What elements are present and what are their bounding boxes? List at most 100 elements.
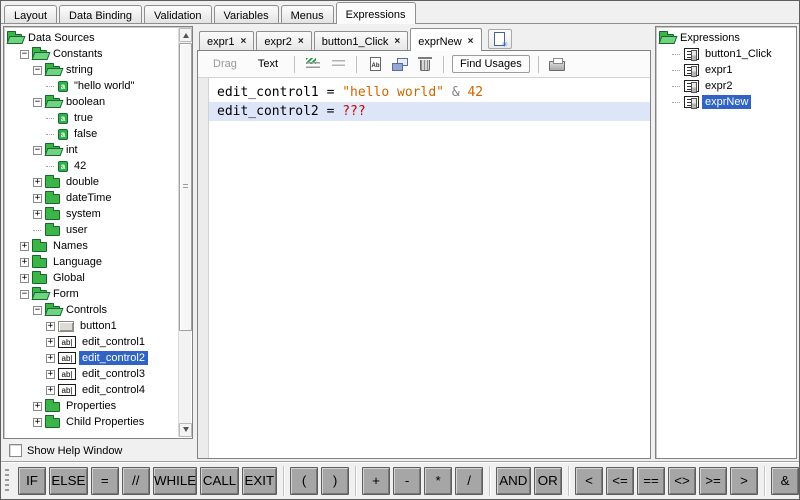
expand-icon[interactable]: + xyxy=(46,354,55,363)
editor-tab-expr1[interactable]: expr1× xyxy=(199,31,254,50)
tree-item-names[interactable]: +Names xyxy=(5,238,177,254)
tree-item-constants[interactable]: −Constants xyxy=(5,46,177,62)
op-button-item[interactable]: = xyxy=(91,467,119,495)
tree-scrollbar[interactable] xyxy=(178,28,191,437)
op-button-item[interactable]: - xyxy=(393,467,421,495)
scrollbar-down-icon[interactable] xyxy=(179,423,192,437)
expand-icon[interactable]: + xyxy=(20,258,29,267)
op-button-else[interactable]: ELSE xyxy=(49,467,88,495)
tree-item-42[interactable]: 42 xyxy=(5,158,177,174)
tree-item-properties[interactable]: +Properties xyxy=(5,398,177,414)
data-sources-tree[interactable]: Data Sources−Constants−string"hello worl… xyxy=(3,26,193,439)
tree-item-language[interactable]: +Language xyxy=(5,254,177,270)
collapse-icon[interactable]: − xyxy=(20,50,29,59)
expand-icon[interactable]: + xyxy=(46,322,55,331)
op-button-item[interactable]: == xyxy=(637,467,665,495)
tree-item-expr2[interactable]: expr2 xyxy=(657,78,795,94)
expand-icon[interactable]: + xyxy=(20,274,29,283)
structure-icon[interactable] xyxy=(390,55,410,73)
op-button-item[interactable]: > xyxy=(730,467,758,495)
op-button-exit[interactable]: EXIT xyxy=(242,467,278,495)
tree-item-string[interactable]: −string xyxy=(5,62,177,78)
collapse-icon[interactable]: − xyxy=(33,306,42,315)
close-tab-icon[interactable]: × xyxy=(298,37,304,47)
scrollbar-up-icon[interactable] xyxy=(179,28,192,42)
close-tab-icon[interactable]: × xyxy=(241,37,247,47)
tree-item-global[interactable]: +Global xyxy=(5,270,177,286)
expand-icon[interactable]: + xyxy=(20,242,29,251)
collapse-icon[interactable]: − xyxy=(33,146,42,155)
syntax-check-icon[interactable] xyxy=(303,55,323,73)
tree-item-child-properties[interactable]: +Child Properties xyxy=(5,414,177,430)
editor-tab-expr2[interactable]: expr2× xyxy=(256,31,311,50)
tree-item-int[interactable]: −int xyxy=(5,142,177,158)
find-usages-button[interactable]: Find Usages xyxy=(452,55,530,73)
tree-item-expressions[interactable]: Expressions xyxy=(657,30,795,46)
tree-item-form[interactable]: −Form xyxy=(5,286,177,302)
delete-icon[interactable] xyxy=(415,55,435,73)
expand-icon[interactable]: + xyxy=(33,178,42,187)
expand-icon[interactable]: + xyxy=(33,402,42,411)
op-button-item[interactable]: <> xyxy=(668,467,696,495)
expand-icon[interactable]: + xyxy=(33,418,42,427)
op-button-item[interactable]: <= xyxy=(606,467,634,495)
op-button-item[interactable]: ) xyxy=(321,467,349,495)
tree-item-edit-control2[interactable]: +edit_control2 xyxy=(5,350,177,366)
code-line[interactable]: edit_control2 = ??? xyxy=(209,102,650,121)
op-button-while[interactable]: WHILE xyxy=(153,467,198,495)
toolbar-grip-icon[interactable] xyxy=(5,469,9,493)
tree-item-hello-world[interactable]: "hello world" xyxy=(5,78,177,94)
op-button-item[interactable]: >= xyxy=(699,467,727,495)
expand-icon[interactable]: + xyxy=(46,338,55,347)
op-button-and[interactable]: AND xyxy=(496,467,530,495)
expand-icon[interactable]: + xyxy=(33,210,42,219)
op-button-item[interactable]: // xyxy=(122,467,150,495)
tree-item-exprnew[interactable]: exprNew xyxy=(657,94,795,110)
expand-icon[interactable]: + xyxy=(33,194,42,203)
op-button-item[interactable]: * xyxy=(424,467,452,495)
close-tab-icon[interactable]: × xyxy=(394,37,400,47)
op-button-item[interactable]: / xyxy=(455,467,483,495)
collapse-icon[interactable]: − xyxy=(20,290,29,299)
tree-item-system[interactable]: +system xyxy=(5,206,177,222)
expand-icon[interactable]: + xyxy=(46,386,55,395)
tree-item-button1-click[interactable]: button1_Click xyxy=(657,46,795,62)
text-mode-button[interactable]: Text xyxy=(250,56,286,72)
tree-item-edit-control1[interactable]: +edit_control1 xyxy=(5,334,177,350)
show-help-checkbox[interactable] xyxy=(9,444,22,457)
op-button-or[interactable]: OR xyxy=(534,467,563,495)
expand-icon[interactable]: + xyxy=(46,370,55,379)
top-tab-validation[interactable]: Validation xyxy=(144,5,212,23)
editor-tab-exprnew[interactable]: exprNew× xyxy=(410,28,481,51)
top-tab-expressions[interactable]: Expressions xyxy=(336,2,416,24)
print-icon[interactable] xyxy=(547,55,567,73)
new-expression-button[interactable] xyxy=(488,29,512,49)
op-button-item[interactable]: + xyxy=(362,467,390,495)
tree-item-double[interactable]: +double xyxy=(5,174,177,190)
code-line[interactable]: edit_control1 = "hello world" & 42 xyxy=(209,83,650,102)
op-button-item[interactable]: & xyxy=(771,467,799,495)
tree-item-true[interactable]: true xyxy=(5,110,177,126)
rename-icon[interactable] xyxy=(365,55,385,73)
top-tab-layout[interactable]: Layout xyxy=(4,5,57,23)
tree-item-false[interactable]: false xyxy=(5,126,177,142)
tree-item-user[interactable]: user xyxy=(5,222,177,238)
scrollbar-thumb[interactable] xyxy=(179,43,192,331)
op-button-item[interactable]: < xyxy=(575,467,603,495)
op-button-item[interactable]: ( xyxy=(290,467,318,495)
collapse-icon[interactable]: − xyxy=(33,98,42,107)
tree-item-data-sources[interactable]: Data Sources xyxy=(5,30,177,46)
tree-item-boolean[interactable]: −boolean xyxy=(5,94,177,110)
expressions-tree[interactable]: Expressionsbutton1_Clickexpr1expr2exprNe… xyxy=(655,26,797,459)
tree-item-button1[interactable]: +button1 xyxy=(5,318,177,334)
collapse-icon[interactable]: − xyxy=(33,66,42,75)
top-tab-menus[interactable]: Menus xyxy=(281,5,334,23)
top-tab-data-binding[interactable]: Data Binding xyxy=(59,5,142,23)
tree-item-controls[interactable]: −Controls xyxy=(5,302,177,318)
tree-item-edit-control4[interactable]: +edit_control4 xyxy=(5,382,177,398)
tree-item-expr1[interactable]: expr1 xyxy=(657,62,795,78)
top-tab-variables[interactable]: Variables xyxy=(214,5,279,23)
align-lines-icon[interactable] xyxy=(328,55,348,73)
code-editor[interactable]: edit_control1 = "hello world" & 42edit_c… xyxy=(209,78,650,458)
tree-item-datetime[interactable]: +dateTime xyxy=(5,190,177,206)
